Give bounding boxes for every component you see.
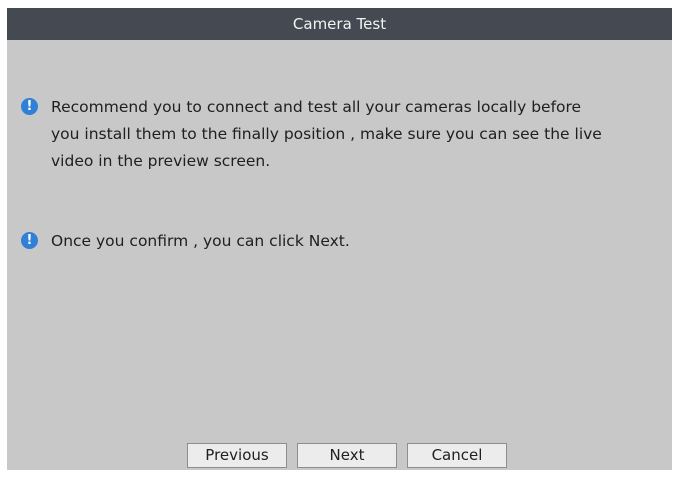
info-icon: ! (21, 98, 38, 115)
cancel-button[interactable]: Cancel (407, 443, 507, 468)
next-button[interactable]: Next (297, 443, 397, 468)
message-text: Once you confirm , you can click Next. (51, 232, 350, 250)
previous-button[interactable]: Previous (187, 443, 287, 468)
camera-test-dialog: Camera Test ! Recommend you to connect a… (7, 8, 672, 470)
message-item: ! Once you confirm , you can click Next. (21, 228, 611, 255)
info-icon: ! (21, 232, 38, 249)
dialog-title: Camera Test (7, 8, 672, 40)
dialog-content: ! Recommend you to connect and test all … (7, 40, 672, 470)
button-bar: Previous Next Cancel (7, 443, 672, 469)
message-item: ! Recommend you to connect and test all … (21, 94, 611, 175)
message-text: Recommend you to connect and test all yo… (51, 98, 602, 170)
